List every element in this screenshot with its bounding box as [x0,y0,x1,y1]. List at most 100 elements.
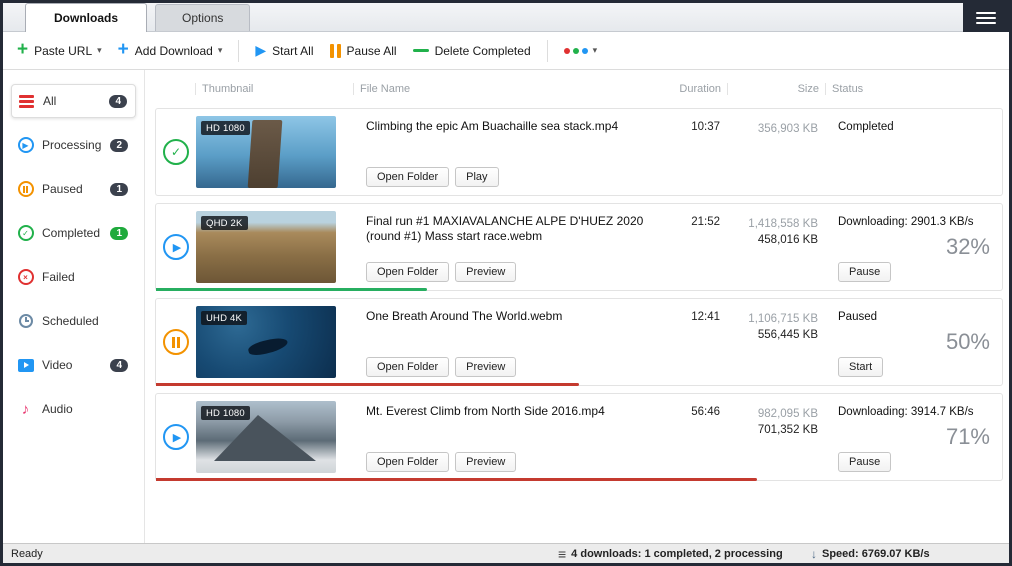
tab-downloads[interactable]: Downloads [25,3,147,32]
sidebar-item-label: Audio [42,402,73,416]
sidebar-item-video[interactable]: Video 4 [11,348,136,382]
sidebar-item-label: Scheduled [42,314,99,328]
clock-icon [19,314,33,328]
chevron-down-icon[interactable]: ▾ [218,45,223,56]
count-badge: 1 [110,227,128,240]
app-body: All 4 ▶ Processing 2 Paused 1 ✓ Complete… [3,70,1009,543]
quality-badge: QHD 2K [201,216,248,230]
play-icon: ▶ [255,42,266,59]
toolbar: + Paste URL ▾ + Add Download ▾ ▶ Start A… [3,32,1009,70]
start-all-button[interactable]: ▶ Start All [255,42,313,59]
header-thumbnail: Thumbnail [195,83,353,95]
preview-button[interactable]: Preview [455,357,516,377]
chevron-down-icon[interactable]: ▾ [97,45,102,56]
sidebar-item-failed[interactable]: × Failed [11,260,136,294]
status-ready: Ready [11,548,43,560]
duration: 56:46 [654,394,726,480]
video-thumbnail[interactable]: HD 1080 [196,401,336,473]
pause-all-button[interactable]: Pause All [330,44,397,58]
more-menu-button[interactable]: ▾ [564,45,598,56]
download-row-1: ✓ HD 1080 Climbing the epic Am Buachaill… [155,108,1003,196]
sidebar-item-scheduled[interactable]: Scheduled [11,304,136,338]
open-folder-button[interactable]: Open Folder [366,357,449,377]
pause-button[interactable]: Pause [838,262,891,282]
pause-all-label: Pause All [347,44,397,58]
start-button[interactable]: Start [838,357,883,377]
plus-icon: + [17,40,28,59]
add-download-button[interactable]: + Add Download ▾ [118,42,223,59]
play-circle-icon: ▶ [18,137,34,153]
menu-button[interactable] [963,3,1009,32]
progress-line [156,478,757,481]
music-note-icon: ♪ [22,402,30,417]
downloading-icon: ▶ [163,424,189,450]
open-folder-button[interactable]: Open Folder [366,452,449,472]
header-status: Status [825,83,1003,95]
count-badge: 4 [109,95,127,108]
start-all-label: Start All [272,44,313,58]
pause-icon [330,44,341,58]
status-text: Paused [838,311,992,323]
open-folder-button[interactable]: Open Folder [366,167,449,187]
video-thumbnail[interactable]: HD 1080 [196,116,336,188]
sidebar-item-label: Paused [42,182,83,196]
speed-text: Speed: 6769.07 KB/s [822,548,930,560]
pause-button[interactable]: Pause [838,452,891,472]
download-list: Thumbnail File Name Duration Size Status… [145,70,1009,543]
sidebar-item-processing[interactable]: ▶ Processing 2 [11,128,136,162]
paste-url-button[interactable]: + Paste URL ▾ [17,42,102,59]
download-arrow-icon: ↓ [811,547,817,561]
plus-icon: + [118,40,129,59]
progress-line [156,288,427,291]
status-bar: Ready ≡ 4 downloads: 1 completed, 2 proc… [3,543,1009,563]
file-name: Climbing the epic Am Buachaille sea stac… [366,119,646,134]
minus-icon [413,49,429,52]
three-dots-icon [564,48,588,54]
video-thumbnail[interactable]: UHD 4K [196,306,336,378]
status-text: Completed [838,121,992,133]
count-badge: 1 [110,183,128,196]
status-text: Downloading: 3914.7 KB/s [838,406,992,418]
list-grid-icon [19,95,34,108]
header-file-name: File Name [353,83,655,95]
open-folder-button[interactable]: Open Folder [366,262,449,282]
delete-completed-button[interactable]: Delete Completed [413,44,531,58]
preview-button[interactable]: Preview [455,262,516,282]
sidebar-item-label: All [43,94,56,108]
toolbar-separator [547,40,548,62]
sidebar-item-all[interactable]: All 4 [11,84,136,118]
downloads-summary: 4 downloads: 1 completed, 2 processing [571,548,783,560]
list-header: Thumbnail File Name Duration Size Status [155,76,1003,102]
chevron-down-icon[interactable]: ▾ [593,45,598,56]
sidebar: All 4 ▶ Processing 2 Paused 1 ✓ Complete… [3,70,145,543]
sidebar-item-audio[interactable]: ♪ Audio [11,392,136,426]
rows-container: ✓ HD 1080 Climbing the epic Am Buachaill… [155,108,1003,481]
video-thumbnail[interactable]: QHD 2K [196,211,336,283]
progress-percent: 50% [946,329,990,355]
download-row-2: ▶ QHD 2K Final run #1 MAXIAVALANCHE ALPE… [155,203,1003,291]
play-button[interactable]: Play [455,167,498,187]
duration: 21:52 [654,204,726,290]
quality-badge: UHD 4K [201,311,247,325]
paused-icon [163,329,189,355]
add-download-label: Add Download [135,44,213,58]
size-total: 356,903 KB [726,121,818,137]
count-badge: 2 [110,139,128,152]
download-row-3: UHD 4K One Breath Around The World.webm … [155,298,1003,386]
progress-percent: 32% [946,234,990,260]
file-name: Mt. Everest Climb from North Side 2016.m… [366,404,646,419]
sidebar-item-label: Completed [42,226,100,240]
toolbar-separator [238,40,239,62]
download-row-4: ▶ HD 1080 Mt. Everest Climb from North S… [155,393,1003,481]
x-circle-icon: × [18,269,34,285]
completed-icon: ✓ [163,139,189,165]
tab-options[interactable]: Options [155,4,250,31]
title-bar: Downloads Options [3,3,1009,32]
size-total: 982,095 KB [726,406,818,422]
sidebar-item-paused[interactable]: Paused 1 [11,172,136,206]
delete-completed-label: Delete Completed [435,44,531,58]
pause-circle-icon [18,181,34,197]
sidebar-item-completed[interactable]: ✓ Completed 1 [11,216,136,250]
preview-button[interactable]: Preview [455,452,516,472]
duration: 12:41 [654,299,726,385]
